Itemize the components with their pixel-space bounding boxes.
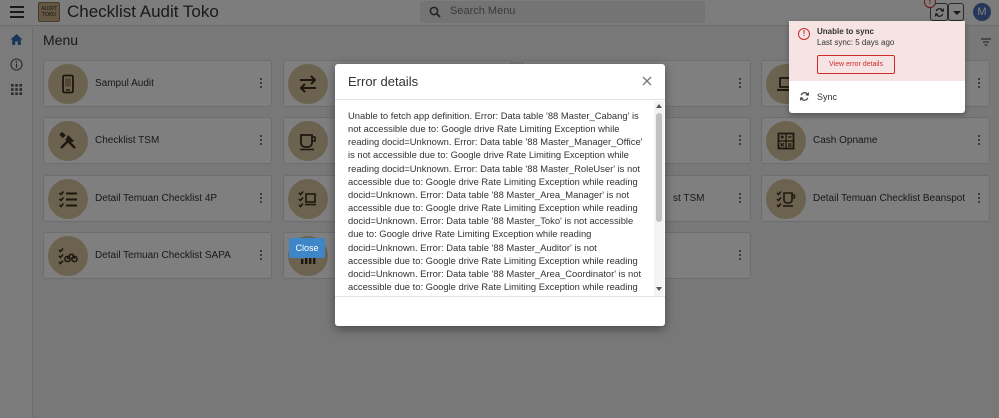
- dialog-title: Error details: [348, 74, 419, 89]
- view-error-details-button[interactable]: View error details: [817, 55, 895, 74]
- last-sync-text: Last sync: 5 days ago: [817, 38, 895, 47]
- sync-label: Sync: [817, 92, 838, 102]
- sync-error-title: Unable to sync: [817, 27, 874, 36]
- scrollbar-thumb[interactable]: [656, 113, 662, 222]
- error-message: Unable to fetch app definition. Error: D…: [348, 110, 643, 296]
- error-icon: !: [798, 28, 810, 40]
- error-details-dialog: Error details Unable to fetch app defini…: [335, 64, 665, 326]
- sync-error-section: ! Unable to sync Last sync: 5 days ago V…: [789, 21, 965, 81]
- scroll-down-arrow-icon[interactable]: [656, 287, 662, 291]
- dialog-footer: [335, 296, 665, 326]
- dialog-body[interactable]: Unable to fetch app definition. Error: D…: [335, 101, 665, 296]
- close-button[interactable]: Close: [289, 238, 325, 258]
- scroll-up-arrow-icon[interactable]: [656, 104, 662, 108]
- sync-status-panel: ! Unable to sync Last sync: 5 days ago V…: [789, 21, 965, 113]
- close-icon[interactable]: [641, 75, 653, 87]
- sync-menu-item[interactable]: Sync: [789, 83, 965, 111]
- sync-icon: [799, 92, 810, 101]
- dialog-header: Error details: [335, 64, 665, 100]
